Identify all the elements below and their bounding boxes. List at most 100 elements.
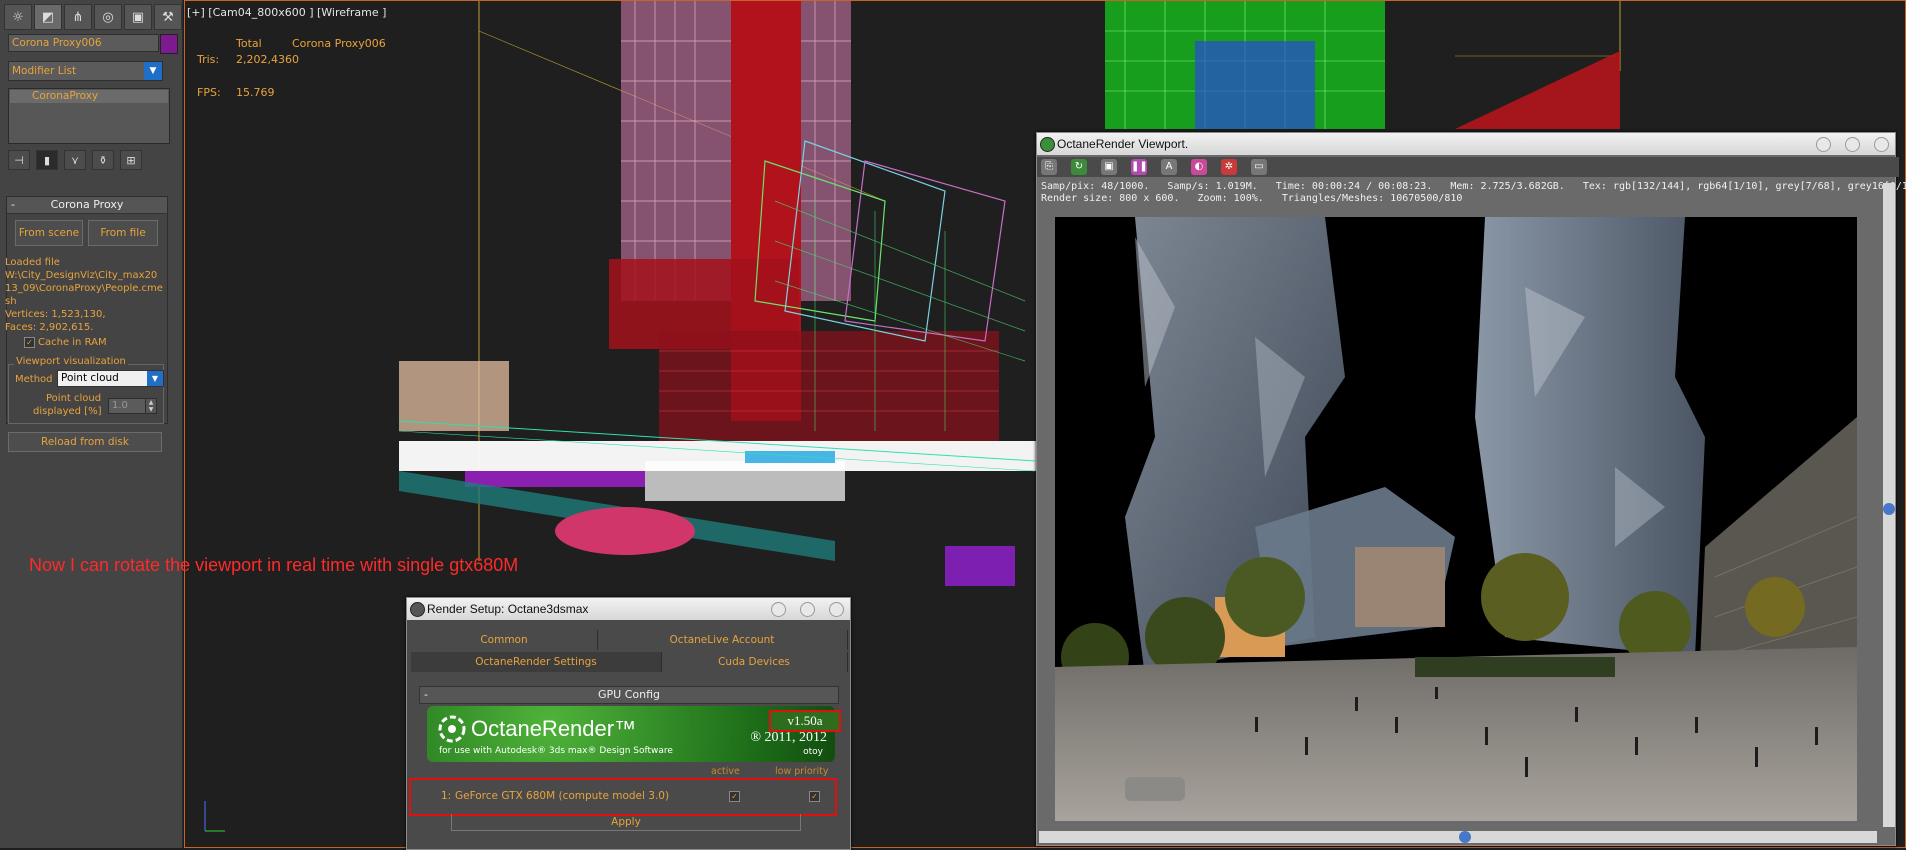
show-end-result-icon[interactable]: ▮ bbox=[36, 150, 58, 170]
octane-viewport-titlebar[interactable]: OctaneRender Viewport. bbox=[1037, 133, 1895, 155]
rollout-title: Corona Proxy bbox=[50, 198, 124, 211]
octane-logo-icon bbox=[438, 715, 466, 743]
from-scene-button[interactable]: From scene bbox=[15, 220, 83, 246]
stats-tris-label: Tris: bbox=[197, 53, 220, 66]
scroll-thumb[interactable] bbox=[1459, 831, 1471, 843]
cache-in-ram-label: Cache in RAM bbox=[38, 337, 107, 348]
tab-octanerender-settings[interactable]: OctaneRender Settings bbox=[411, 652, 662, 672]
octane-viewport-window: OctaneRender Viewport. ⎘ ↻ ▣ ❚❚ A ◐ ✲ ▭ … bbox=[1036, 132, 1906, 846]
reload-from-disk-button[interactable]: Reload from disk bbox=[8, 432, 162, 452]
lock-icon[interactable]: ▣ bbox=[1101, 159, 1117, 175]
method-dropdown[interactable]: Point cloud ▼ bbox=[57, 370, 164, 387]
chevron-down-icon: ▼ bbox=[144, 62, 162, 80]
render-image[interactable] bbox=[1055, 217, 1857, 821]
viewport-label[interactable]: [+] [Cam04_800x600 ] [Wireframe ] bbox=[187, 6, 386, 19]
command-panel: ☼ ◩ ⋔ ◎ ▣ ⚒ Corona Proxy006 Modifier Lis… bbox=[0, 0, 183, 848]
modifier-list-dropdown[interactable]: Modifier List ▼ bbox=[8, 61, 163, 81]
loaded-file-path-1: W:\City_DesignViz\City_max20 bbox=[5, 270, 158, 281]
utilities-icon[interactable]: ⚒ bbox=[154, 4, 182, 30]
vertical-scrollbar[interactable] bbox=[1883, 183, 1895, 827]
make-unique-icon[interactable]: ⋎ bbox=[64, 150, 86, 170]
render-stats: Samp/pix: 48/1000. Samp/s: 1.019M. Time:… bbox=[1041, 181, 1906, 205]
color-icon[interactable]: ◐ bbox=[1191, 159, 1207, 175]
settings-icon[interactable]: ✲ bbox=[1221, 159, 1237, 175]
loaded-file-path-2: 13_09\CoronaProxy\People.cme bbox=[5, 283, 163, 294]
object-color-swatch[interactable] bbox=[160, 34, 178, 54]
command-panel-tabs: ☼ ◩ ⋔ ◎ ▣ ⚒ bbox=[4, 4, 182, 30]
display-icon[interactable]: ▣ bbox=[124, 4, 152, 30]
banner-subtitle: for use with Autodesk® 3ds max® Design S… bbox=[439, 746, 673, 756]
cuda-device-row: 1: GeForce GTX 680M (compute model 3.0) … bbox=[409, 778, 837, 816]
maximize-button[interactable] bbox=[800, 602, 815, 617]
rollout-header[interactable]: - Corona Proxy bbox=[7, 197, 167, 214]
cache-in-ram-checkbox[interactable]: ✓ bbox=[24, 337, 35, 348]
loaded-file-path-3: sh bbox=[5, 296, 17, 307]
device-name: GeForce GTX 680M (compute model 3.0) bbox=[455, 790, 670, 802]
collapse-icon: - bbox=[11, 198, 15, 211]
stack-toolbar: ⊣ ▮ ⋎ ⚱ ⊞ bbox=[8, 150, 142, 170]
pause-icon[interactable]: ❚❚ bbox=[1131, 159, 1148, 175]
point-cloud-percent-input[interactable]: 1.0 bbox=[108, 398, 149, 414]
gpu-config-title: GPU Config bbox=[598, 688, 660, 701]
close-button[interactable] bbox=[1874, 137, 1889, 152]
stack-item-coronaproxy[interactable]: CoronaProxy bbox=[10, 90, 168, 103]
maximize-button[interactable] bbox=[1845, 137, 1860, 152]
stats-tris-total: 2,202,436 bbox=[236, 53, 292, 66]
tab-octanelive-account[interactable]: OctaneLive Account bbox=[597, 630, 848, 650]
render-setup-title: Render Setup: Octane3dsmax bbox=[427, 602, 589, 616]
method-label: Method bbox=[15, 374, 53, 385]
rendered-city-image bbox=[1055, 217, 1857, 821]
modifier-stack: CoronaProxy bbox=[8, 88, 170, 144]
method-value: Point cloud bbox=[61, 372, 119, 384]
render-setup-titlebar[interactable]: Render Setup: Octane3dsmax bbox=[407, 598, 850, 620]
stats-object-label: Corona Proxy006 bbox=[292, 37, 386, 50]
device-index: 1: bbox=[441, 790, 452, 802]
from-file-button[interactable]: From file bbox=[88, 220, 158, 246]
motion-icon[interactable]: ◎ bbox=[94, 4, 122, 30]
collapse-icon: - bbox=[424, 688, 428, 701]
col-active-label: active bbox=[711, 766, 740, 777]
spinner-arrows-icon[interactable]: ▲ ▼ bbox=[145, 398, 157, 414]
render-stats-line-2: Render size: 800 x 600. Zoom: 100%. Tria… bbox=[1041, 193, 1463, 204]
refresh-icon[interactable]: ↻ bbox=[1071, 159, 1087, 175]
banner-copyright: ® 2011, 2012 bbox=[750, 730, 827, 745]
minimize-button[interactable] bbox=[771, 602, 786, 617]
modifier-list-label: Modifier List bbox=[12, 65, 77, 77]
gpu-config-header[interactable]: - GPU Config bbox=[419, 686, 839, 704]
active-checkbox[interactable]: ✓ bbox=[729, 791, 740, 802]
render-setup-window: Render Setup: Octane3dsmax Common Octane… bbox=[406, 597, 851, 850]
aperture-icon[interactable]: A bbox=[1161, 159, 1177, 175]
point-cloud-label: Point cloud bbox=[46, 393, 102, 404]
octane-viewport-title: OctaneRender Viewport. bbox=[1057, 137, 1189, 151]
scroll-thumb[interactable] bbox=[1883, 503, 1895, 515]
render-stats-line-1: Samp/pix: 48/1000. Samp/s: 1.019M. Time:… bbox=[1041, 181, 1906, 192]
stats-fps-value: 15.769 bbox=[236, 86, 275, 99]
banner-logo-text: OctaneRender™ bbox=[471, 716, 637, 741]
close-button[interactable] bbox=[829, 602, 844, 617]
pin-stack-icon[interactable]: ⊣ bbox=[8, 150, 30, 170]
minimize-button[interactable] bbox=[1816, 137, 1831, 152]
chevron-down-icon: ▼ bbox=[147, 371, 163, 386]
tab-cuda-devices[interactable]: Cuda Devices bbox=[661, 652, 848, 672]
sun-icon[interactable]: ☼ bbox=[4, 4, 32, 30]
apply-button[interactable]: Apply bbox=[451, 814, 801, 831]
loaded-file-label: Loaded file bbox=[5, 257, 60, 268]
object-name-field[interactable]: Corona Proxy006 bbox=[8, 34, 159, 52]
version-badge: v1.50a bbox=[769, 710, 841, 732]
point-cloud-percent-label: displayed [%] bbox=[33, 406, 102, 417]
remove-modifier-icon[interactable]: ⚱ bbox=[92, 150, 114, 170]
horizontal-scrollbar[interactable] bbox=[1039, 831, 1877, 843]
display-icon[interactable]: ▭ bbox=[1251, 159, 1267, 175]
viewport-visualization-label: Viewport visualization bbox=[14, 355, 128, 368]
camera-icon[interactable]: ⎘ bbox=[1041, 159, 1057, 175]
modify-icon[interactable]: ◩ bbox=[34, 4, 62, 30]
hierarchy-icon[interactable]: ⋔ bbox=[64, 4, 92, 30]
3dsmax-app-icon bbox=[410, 602, 425, 617]
otoy-logo: otoy bbox=[803, 747, 823, 757]
stats-tris-object: 0 bbox=[292, 53, 299, 66]
col-low-priority-label: low priority bbox=[775, 766, 829, 777]
stats-fps-label: FPS: bbox=[197, 86, 221, 99]
tab-common[interactable]: Common bbox=[411, 630, 598, 650]
low-priority-checkbox[interactable]: ✓ bbox=[809, 791, 820, 802]
configure-sets-icon[interactable]: ⊞ bbox=[120, 150, 142, 170]
